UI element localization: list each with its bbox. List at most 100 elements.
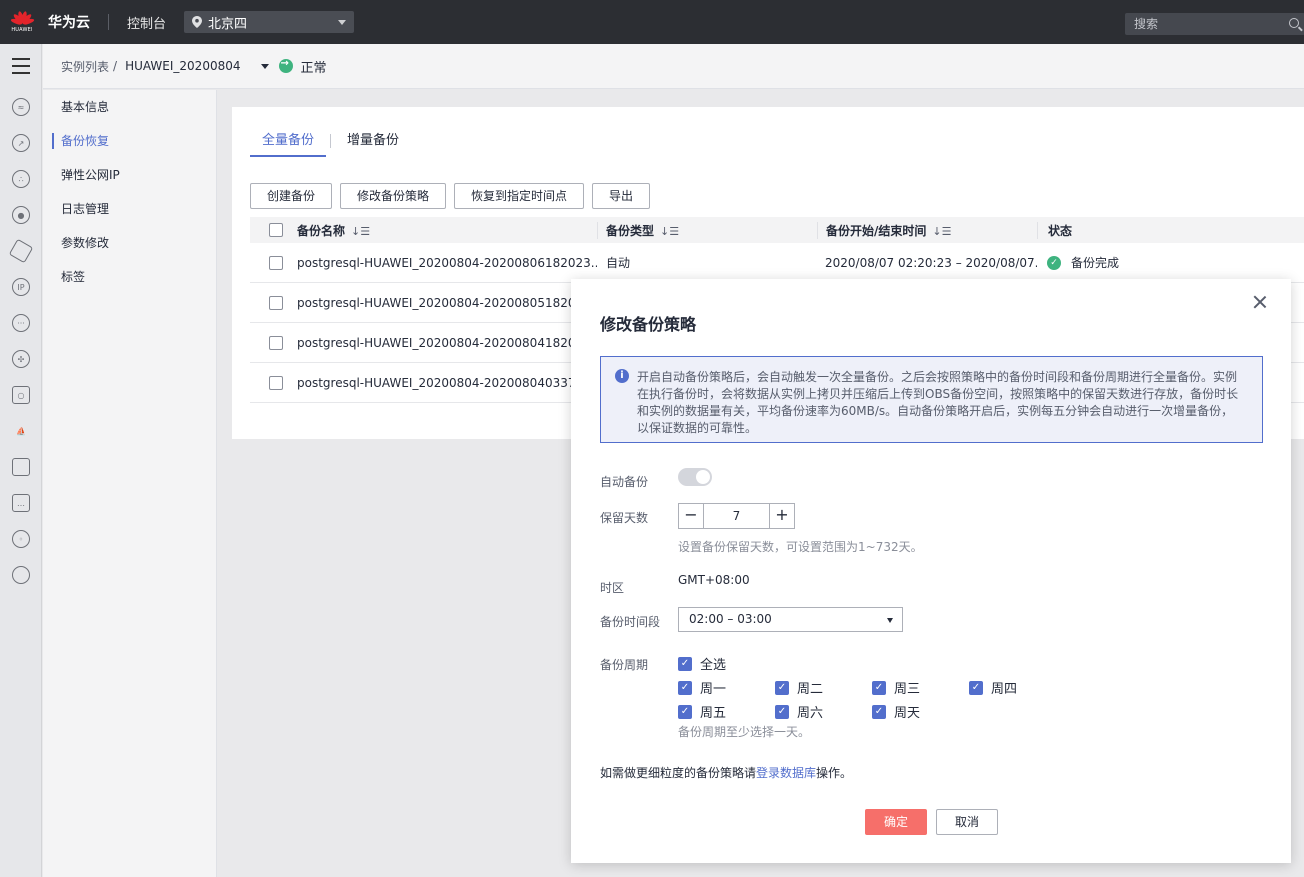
period-hint: 备份周期至少选择一天。 (678, 725, 811, 739)
column-header-status: 状态 (1037, 221, 1217, 239)
chevron-down-icon (338, 20, 347, 25)
sort-icon: ↓☰ (351, 224, 371, 238)
checkmark-icon: ✓ (678, 704, 692, 719)
toolbar: 创建备份 修改备份策略 恢复到指定时间点 导出 (250, 183, 651, 209)
sidebar-item-eip[interactable]: 弹性公网IP (43, 158, 216, 192)
day-checkbox-thursday[interactable]: ✓ 周四 (969, 678, 1017, 697)
backup-window-label: 备份时间段 (600, 615, 661, 629)
sail-icon[interactable]: ⛵ (12, 422, 30, 440)
day-checkbox-monday[interactable]: ✓ 周一 (678, 678, 726, 697)
info-notice: i 开启自动备份策略后，会自动触发一次全量备份。之后会按照策略中的备份时间段和备… (600, 356, 1263, 443)
tab-full-backup[interactable]: 全量备份 (250, 133, 327, 157)
sidebar-item-tags[interactable]: 标签 (43, 260, 216, 294)
cancel-button[interactable]: 取消 (936, 809, 998, 835)
plus-icon[interactable]: + (769, 504, 794, 528)
eye-icon[interactable]: ● (12, 206, 30, 224)
retention-label: 保留天数 (600, 511, 649, 525)
cloud-shield-icon[interactable]: ◦ (12, 530, 30, 548)
dialog-title: 修改备份策略 (600, 315, 697, 334)
day-checkbox-sunday[interactable]: ✓ 周天 (872, 702, 920, 721)
day-checkbox-saturday[interactable]: ✓ 周六 (775, 702, 823, 721)
timezone-value: GMT+08:00 (678, 573, 750, 587)
message-icon[interactable]: … (12, 494, 30, 512)
instance-status: 正常 (300, 60, 327, 76)
sidebar-item-logs[interactable]: 日志管理 (43, 192, 216, 226)
folder-icon[interactable] (12, 458, 30, 476)
export-button[interactable]: 导出 (592, 183, 651, 209)
service-icon-rail: ≈ ↗ ∴ ● IP ··· ✣ ○ ⛵ … ◦ (0, 44, 42, 877)
login-database-link[interactable]: 登录数据库 (756, 766, 816, 780)
menu-icon[interactable] (12, 58, 30, 74)
checkmark-icon: ✓ (678, 680, 692, 695)
retention-days-input[interactable]: 7 (704, 504, 769, 528)
close-icon[interactable] (1253, 295, 1267, 309)
cloud-monitor-icon[interactable]: ↗ (12, 134, 30, 152)
location-pin-icon (192, 16, 203, 28)
ip-icon[interactable]: IP (12, 278, 30, 296)
backup-name: postgresql-HUAWEI_20200804-2020080403372… (297, 375, 597, 390)
info-text: 开启自动备份策略后，会自动触发一次全量备份。之后会按照策略中的备份时间段和备份周… (637, 370, 1239, 435)
column-header-name[interactable]: 备份名称 ↓☰ (297, 222, 597, 239)
breadcrumb-separator: / (113, 59, 118, 73)
select-all-days-checkbox[interactable]: ✓ 全选 (678, 654, 726, 673)
day-checkbox-friday[interactable]: ✓ 周五 (678, 702, 726, 721)
search-icon[interactable] (1289, 18, 1299, 28)
fine-grained-note: 如需做更细粒度的备份策略请登录数据库操作。 (600, 766, 853, 780)
create-backup-button[interactable]: 创建备份 (250, 183, 333, 209)
auto-backup-toggle[interactable] (678, 468, 712, 486)
modify-backup-policy-dialog: 修改备份策略 i 开启自动备份策略后，会自动触发一次全量备份。之后会按照策略中的… (571, 279, 1291, 863)
search-input[interactable]: 搜索 (1125, 13, 1304, 35)
column-header-time[interactable]: 备份开始/结束时间 ↓☰ (817, 221, 1037, 239)
column-header-type[interactable]: 备份类型 ↓☰ (597, 221, 817, 239)
instance-switch-dropdown-icon[interactable] (260, 63, 269, 69)
row-checkbox[interactable] (269, 375, 283, 390)
confirm-button[interactable]: 确定 (865, 809, 927, 835)
region-selector[interactable]: 北京四 (184, 11, 355, 33)
network-icon[interactable]: ✣ (12, 350, 30, 368)
breadcrumb: 实例列表 / HUAWEI_20200804 正常 (43, 44, 1304, 89)
divider (108, 14, 109, 30)
backup-status: ✓ 备份完成 (1037, 254, 1217, 271)
tab-divider (330, 134, 332, 148)
minus-icon[interactable]: − (679, 504, 704, 528)
row-checkbox[interactable] (269, 255, 283, 270)
sidebar-item-backup-restore[interactable]: 备份恢复 (43, 124, 216, 158)
select-all-checkbox[interactable] (269, 223, 283, 237)
brand-name[interactable]: 华为云 (48, 12, 90, 32)
chevron-down-icon (887, 618, 893, 623)
cloud-dots-icon[interactable]: ··· (12, 314, 30, 332)
row-checkbox[interactable] (269, 335, 283, 350)
tab-incremental-backup[interactable]: 增量备份 (335, 133, 411, 157)
status-running-icon (278, 58, 293, 73)
day-checkbox-tuesday[interactable]: ✓ 周二 (775, 678, 823, 697)
row-checkbox[interactable] (269, 295, 283, 310)
checkmark-icon: ✓ (872, 680, 886, 695)
huawei-logo[interactable]: HUAWEI (0, 0, 44, 44)
table-header: 备份名称 ↓☰ 备份类型 ↓☰ 备份开始/结束时间 ↓☰ 状态 (250, 217, 1304, 243)
hexagon-icon[interactable] (8, 238, 34, 264)
backup-window-value: 02:00 – 03:00 (689, 612, 772, 626)
storage-icon[interactable]: ○ (12, 386, 30, 404)
search-placeholder: 搜索 (1134, 17, 1159, 31)
day-checkbox-wednesday[interactable]: ✓ 周三 (872, 678, 920, 697)
cloud-server-icon[interactable]: ≈ (12, 98, 30, 116)
backup-time: 2020/08/07 02:20:23 – 2020/08/07... (825, 255, 1037, 270)
cloud-icon[interactable] (12, 566, 30, 584)
timezone-label: 时区 (600, 581, 625, 595)
restore-to-point-button[interactable]: 恢复到指定时间点 (454, 183, 585, 209)
instance-sidebar: 基本信息 备份恢复 弹性公网IP 日志管理 参数修改 标签 (43, 90, 217, 877)
sidebar-item-parameters[interactable]: 参数修改 (43, 226, 216, 260)
backup-name: postgresql-HUAWEI_20200804-2020080618202… (297, 255, 597, 270)
checkmark-icon: ✓ (775, 704, 789, 719)
console-link[interactable]: 控制台 (127, 13, 166, 32)
modify-policy-button[interactable]: 修改备份策略 (340, 183, 447, 209)
retention-hint: 设置备份保留天数，可设置范围为1~732天。 (678, 540, 923, 554)
table-row: postgresql-HUAWEI_20200804-2020080618202… (250, 243, 1304, 283)
cluster-icon[interactable]: ∴ (12, 170, 30, 188)
filter-icon: ↓☰ (660, 224, 680, 238)
backup-type: 自动 (597, 254, 817, 271)
breadcrumb-instance-list[interactable]: 实例列表 (61, 58, 109, 75)
backup-window-select[interactable]: 02:00 – 03:00 (678, 607, 903, 632)
region-label: 北京四 (208, 16, 248, 32)
sidebar-item-basic-info[interactable]: 基本信息 (43, 90, 216, 124)
